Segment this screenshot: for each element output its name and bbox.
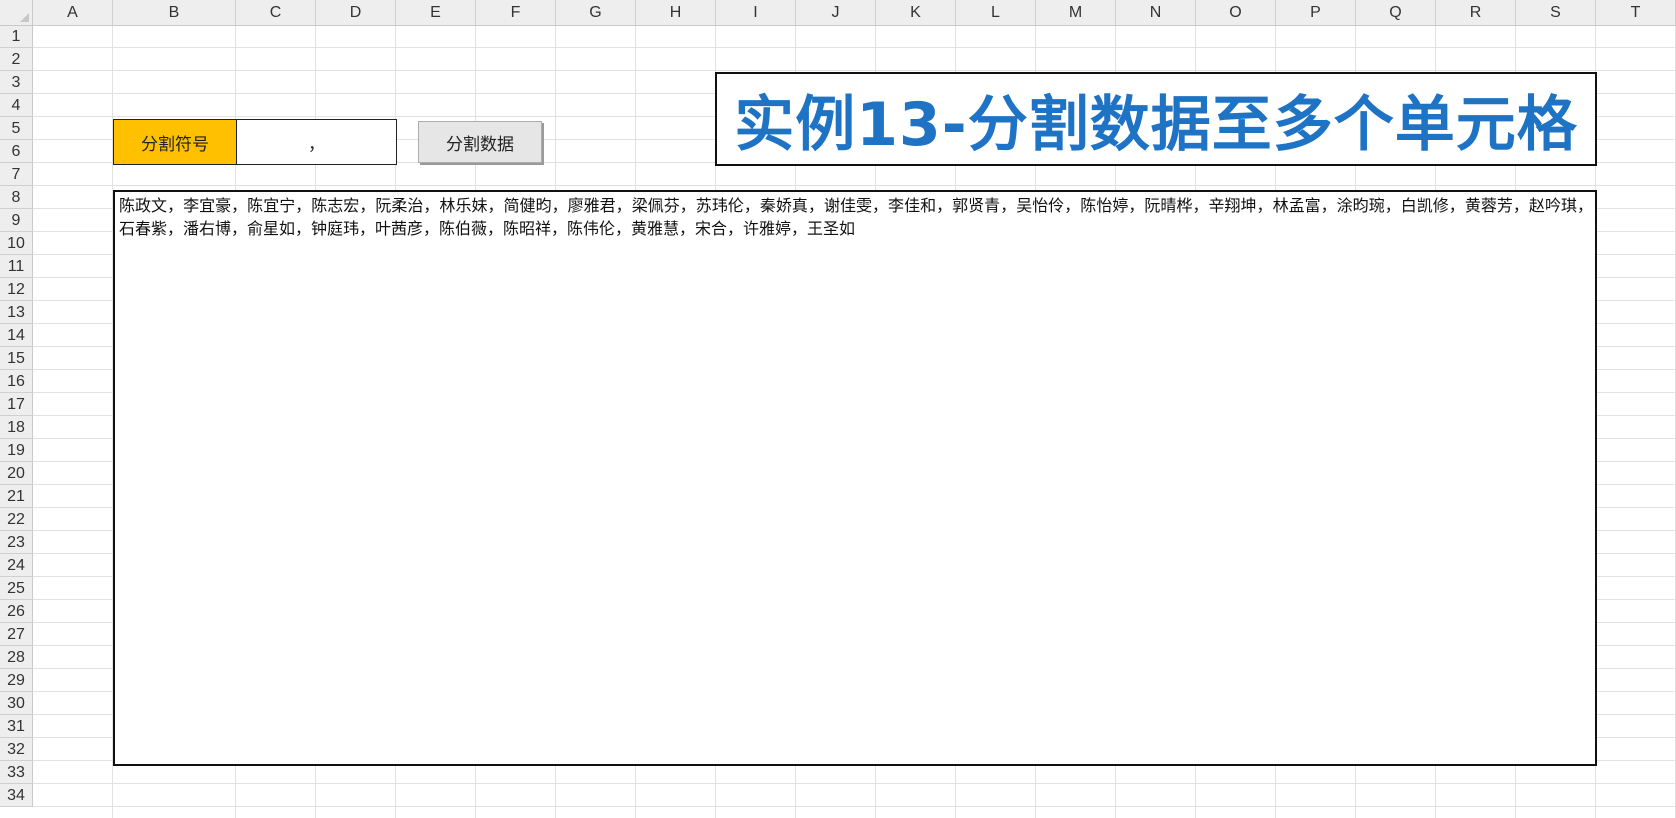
row-header-20[interactable]: 20 [0, 462, 33, 485]
gridline-horizontal [33, 185, 1676, 186]
column-header-n[interactable]: N [1116, 0, 1196, 26]
data-text: 陈政文，李宜豪，陈宜宁，陈志宏，阮柔治，林乐妹，简健昀，廖雅君，梁佩芬，苏玮伦，… [119, 196, 1593, 238]
split-data-button[interactable]: 分割数据 [418, 121, 542, 163]
row-header-15[interactable]: 15 [0, 347, 33, 370]
row-header-1[interactable]: 1 [0, 26, 33, 48]
row-header-31[interactable]: 31 [0, 715, 33, 738]
column-header-e[interactable]: E [396, 0, 476, 26]
column-header-g[interactable]: G [556, 0, 636, 26]
row-header-21[interactable]: 21 [0, 485, 33, 508]
column-header-t[interactable]: T [1596, 0, 1676, 26]
row-header-17[interactable]: 17 [0, 393, 33, 416]
row-header-19[interactable]: 19 [0, 439, 33, 462]
row-header-2[interactable]: 2 [0, 48, 33, 71]
row-header-23[interactable]: 23 [0, 531, 33, 554]
row-header-8[interactable]: 8 [0, 186, 33, 209]
column-header-r[interactable]: R [1436, 0, 1516, 26]
row-header-9[interactable]: 9 [0, 209, 33, 232]
column-header-q[interactable]: Q [1356, 0, 1436, 26]
row-header-16[interactable]: 16 [0, 370, 33, 393]
column-header-b[interactable]: B [113, 0, 236, 26]
page-title: 实例13-分割数据至多个单元格 [734, 89, 1578, 160]
row-header-14[interactable]: 14 [0, 324, 33, 347]
row-header-25[interactable]: 25 [0, 577, 33, 600]
row-header-28[interactable]: 28 [0, 646, 33, 669]
column-header-m[interactable]: M [1036, 0, 1116, 26]
column-header-c[interactable]: C [236, 0, 316, 26]
separator-input-cell[interactable]: ， [236, 119, 397, 165]
column-header-f[interactable]: F [476, 0, 556, 26]
row-header-13[interactable]: 13 [0, 301, 33, 324]
row-header-11[interactable]: 11 [0, 255, 33, 278]
row-header-5[interactable]: 5 [0, 117, 33, 140]
column-header-k[interactable]: K [876, 0, 956, 26]
column-header-d[interactable]: D [316, 0, 396, 26]
row-header-27[interactable]: 27 [0, 623, 33, 646]
row-header-32[interactable]: 32 [0, 738, 33, 761]
row-header-30[interactable]: 30 [0, 692, 33, 715]
title-box: 实例13-分割数据至多个单元格 [715, 72, 1597, 166]
gridline-horizontal [33, 783, 1676, 784]
row-header-10[interactable]: 10 [0, 232, 33, 255]
row-header-29[interactable]: 29 [0, 669, 33, 692]
row-header-26[interactable]: 26 [0, 600, 33, 623]
row-header-33[interactable]: 33 [0, 761, 33, 784]
select-all-corner[interactable] [0, 0, 33, 26]
row-header-18[interactable]: 18 [0, 416, 33, 439]
row-header-22[interactable]: 22 [0, 508, 33, 531]
column-header-p[interactable]: P [1276, 0, 1356, 26]
gridline-horizontal [33, 806, 1676, 807]
row-header-7[interactable]: 7 [0, 163, 33, 186]
data-text-box[interactable]: 陈政文，李宜豪，陈宜宁，陈志宏，阮柔治，林乐妹，简健昀，廖雅君，梁佩芬，苏玮伦，… [113, 190, 1597, 766]
row-header-4[interactable]: 4 [0, 94, 33, 117]
column-header-i[interactable]: I [716, 0, 796, 26]
column-header-h[interactable]: H [636, 0, 716, 26]
select-all-triangle-icon [20, 13, 29, 22]
column-header-j[interactable]: J [796, 0, 876, 26]
row-header-34[interactable]: 34 [0, 784, 33, 807]
separator-label-cell: 分割符号 [113, 119, 237, 165]
gridline-horizontal [33, 47, 1676, 48]
column-header-s[interactable]: S [1516, 0, 1596, 26]
gridline-horizontal [33, 70, 1676, 71]
row-header-24[interactable]: 24 [0, 554, 33, 577]
column-header-l[interactable]: L [956, 0, 1036, 26]
column-header-o[interactable]: O [1196, 0, 1276, 26]
row-header-6[interactable]: 6 [0, 140, 33, 163]
row-header-12[interactable]: 12 [0, 278, 33, 301]
column-header-a[interactable]: A [33, 0, 113, 26]
row-header-3[interactable]: 3 [0, 71, 33, 94]
